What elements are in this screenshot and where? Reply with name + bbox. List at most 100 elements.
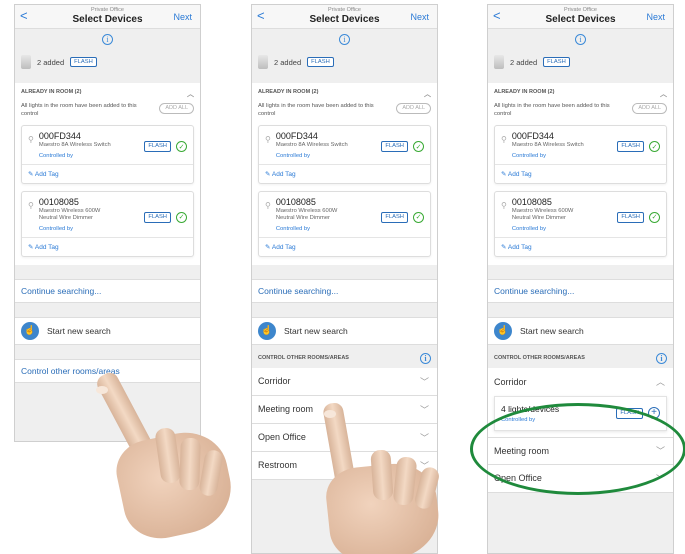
device-image [494, 55, 504, 69]
flash-all-button[interactable]: FLASH [70, 56, 97, 68]
added-summary: 2 added FLASH [252, 49, 437, 75]
next-button[interactable]: Next [173, 12, 192, 22]
add-tag-link[interactable]: ✎ Add Tag [495, 238, 666, 256]
start-new-search-button[interactable]: ☝ Start new search [15, 316, 200, 345]
flash-button[interactable]: FLASH [381, 141, 408, 153]
flash-button[interactable]: FLASH [617, 141, 644, 153]
device-name: Maestro 8A Wireless Switch [511, 142, 584, 149]
flash-button[interactable]: FLASH [617, 211, 644, 223]
add-tag-link[interactable]: ✎ Add Tag [22, 238, 193, 256]
device-id: 000FD344 [511, 131, 554, 142]
info-icon[interactable]: i [102, 33, 113, 45]
add-tag-label: Add Tag [34, 170, 59, 178]
room-row-corridor[interactable]: Corridor ﹀ [252, 367, 437, 396]
add-tag-link[interactable]: ✎ Add Tag [495, 165, 666, 183]
flash-button[interactable]: FLASH [144, 141, 171, 153]
page-title: Select Devices [72, 14, 143, 25]
add-tag-label: Add Tag [271, 170, 296, 178]
nav-subtitle: Private Office [328, 7, 361, 13]
touch-icon: ☝ [258, 321, 276, 340]
add-all-button[interactable]: ADD ALL [396, 103, 431, 115]
add-tag-link[interactable]: ✎ Add Tag [259, 238, 430, 256]
device-name: Maestro Wireless 600W Neutral Wire Dimme… [511, 207, 574, 222]
pointing-hand-image [80, 369, 240, 546]
chevron-up-icon[interactable]: ︿ [187, 89, 194, 99]
already-in-room-section: ALREADY IN ROOM (2) ︿ All lights in the r… [252, 83, 437, 265]
controlled-by-link[interactable]: Controlled by [512, 226, 617, 232]
next-button[interactable]: Next [410, 12, 429, 22]
checkmark-icon[interactable]: ✓ [413, 141, 424, 153]
location-pin-icon: ⚲ [28, 200, 34, 210]
device-card: ⚲ 000FD344 Maestro 8A Wireless Switch Co… [494, 125, 667, 184]
chevron-up-icon[interactable]: ︿ [660, 89, 667, 99]
start-new-search-label: Start new search [284, 325, 348, 336]
add-tag-link[interactable]: ✎ Add Tag [22, 165, 193, 183]
flash-button[interactable]: FLASH [381, 211, 408, 223]
device-card: ⚲ 00108085 Maestro Wireless 600W Neutral… [258, 190, 431, 257]
nav-subtitle: Private Office [91, 7, 124, 13]
control-other-header: CONTROL OTHER ROOMS/AREAS [258, 355, 349, 362]
device-id: 000FD344 [38, 131, 81, 142]
controlled-by-link[interactable]: Controlled by [39, 153, 144, 159]
controlled-by-link[interactable]: Controlled by [512, 153, 617, 159]
room-row-corridor[interactable]: Corridor ︿ [488, 367, 673, 396]
page-title: Select Devices [545, 14, 616, 25]
controlled-by-link[interactable]: Controlled by [276, 153, 381, 159]
device-id: 00108085 [38, 196, 79, 207]
chevron-up-icon[interactable]: ︿ [424, 89, 431, 99]
location-pin-icon: ⚲ [265, 200, 271, 210]
location-pin-icon: ⚲ [265, 135, 271, 145]
next-button[interactable]: Next [646, 12, 665, 22]
info-icon[interactable]: i [575, 33, 586, 45]
checkmark-icon[interactable]: ✓ [649, 141, 660, 153]
add-tag-label: Add Tag [34, 243, 59, 251]
continue-searching-button[interactable]: Continue searching... [252, 278, 437, 303]
checkmark-icon[interactable]: ✓ [176, 141, 187, 153]
add-all-button[interactable]: ADD ALL [632, 103, 667, 115]
add-tag-link[interactable]: ✎ Add Tag [259, 165, 430, 183]
start-new-search-label: Start new search [520, 325, 584, 336]
info-icon[interactable]: i [339, 33, 350, 45]
flash-all-button[interactable]: FLASH [307, 56, 334, 68]
controlled-by-link[interactable]: Controlled by [276, 226, 381, 232]
continue-searching-button[interactable]: Continue searching... [15, 278, 200, 303]
controlled-by-link[interactable]: Controlled by [39, 226, 144, 232]
start-new-search-button[interactable]: ☝ Start new search [252, 316, 437, 345]
checkmark-icon[interactable]: ✓ [649, 211, 660, 223]
info-icon[interactable]: i [420, 352, 431, 364]
device-card: ⚲ 00108085 Maestro Wireless 600W Neutral… [494, 190, 667, 257]
device-id: 00108085 [275, 196, 316, 207]
added-count: 2 added [274, 57, 302, 67]
touch-icon: ☝ [21, 321, 39, 340]
start-new-search-label: Start new search [47, 325, 111, 336]
checkmark-icon[interactable]: ✓ [413, 211, 424, 223]
chevron-up-icon: ︿ [655, 377, 665, 388]
info-icon[interactable]: i [656, 352, 667, 364]
add-tag-label: Add Tag [507, 243, 532, 251]
device-name: Maestro Wireless 600W Neutral Wire Dimme… [38, 207, 101, 222]
flash-all-button[interactable]: FLASH [543, 56, 570, 68]
nav-bar: < Private Office Select Devices Next [252, 5, 437, 29]
location-pin-icon: ⚲ [501, 200, 507, 210]
add-tag-label: Add Tag [271, 243, 296, 251]
pointing-hand-image [300, 401, 450, 554]
device-card: ⚲ 000FD344 Maestro 8A Wireless Switch Co… [21, 125, 194, 184]
page-title: Select Devices [309, 14, 380, 25]
add-all-button[interactable]: ADD ALL [159, 103, 194, 115]
already-in-room-section: ALREADY IN ROOM (2) ︿ All lights in the r… [488, 83, 673, 265]
room-name: Restroom [258, 460, 298, 471]
device-image [258, 55, 268, 69]
checkmark-icon[interactable]: ✓ [176, 211, 187, 223]
device-name: Maestro 8A Wireless Switch [38, 142, 111, 149]
device-id: 00108085 [511, 196, 552, 207]
section-description: All lights in the room have been added t… [494, 103, 610, 117]
room-name: Corridor [494, 376, 527, 387]
continue-searching-button[interactable]: Continue searching... [488, 278, 673, 303]
add-tag-label: Add Tag [507, 170, 532, 178]
flash-button[interactable]: FLASH [144, 211, 171, 223]
location-pin-icon: ⚲ [28, 135, 34, 145]
device-name: Maestro Wireless 600W Neutral Wire Dimme… [275, 207, 338, 222]
start-new-search-button[interactable]: ☝ Start new search [488, 316, 673, 345]
room-name: Corridor [258, 376, 291, 387]
section-description: All lights in the room have been added t… [258, 103, 374, 117]
